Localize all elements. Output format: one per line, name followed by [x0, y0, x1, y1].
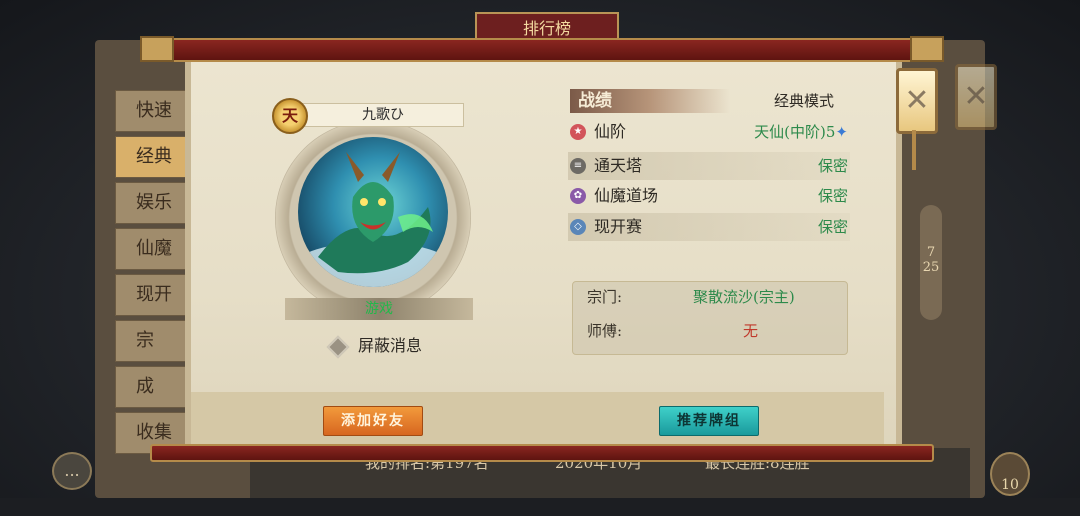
bag-button[interactable]: 10 [990, 452, 1030, 496]
stat-value: 保密 [817, 218, 848, 236]
arena-icon: ◇ [570, 219, 586, 235]
stat-row-rank: ★ 仙阶 天仙(中阶)5✦ [568, 118, 850, 146]
avatar[interactable] [298, 137, 448, 287]
close-button[interactable]: ✕ [896, 68, 938, 134]
scroll-rod-bottom [150, 444, 934, 462]
block-messages-label: 屏蔽消息 [358, 336, 423, 355]
master-value: 无 [743, 322, 759, 340]
record-mode: 经典模式 [774, 92, 835, 110]
side-tab-achieve[interactable]: 成 [115, 366, 192, 408]
record-title: 战绩 [578, 91, 612, 111]
sect-label: 宗门: [587, 288, 623, 306]
rod-cap-left [140, 36, 174, 62]
side-tab-demon[interactable]: 仙魔 [115, 228, 192, 270]
dragon-portrait [298, 152, 448, 287]
close-icon: ✕ [963, 79, 989, 114]
bag-count: 10 [1001, 477, 1019, 493]
background-close-button[interactable]: ✕ [955, 64, 997, 130]
side-tab-classic[interactable]: 经典 [115, 136, 192, 178]
stat-label: 仙魔道场 [594, 186, 659, 205]
lantern-tassel [912, 130, 916, 170]
side-tab-entertain[interactable]: 娱乐 [115, 182, 192, 224]
demon-icon: ✿ [570, 188, 586, 204]
stat-value: 天仙(中阶)5✦ [754, 123, 848, 141]
block-messages-toggle[interactable]: 屏蔽消息 [326, 333, 446, 359]
star-icon: ★ [570, 124, 586, 140]
stat-row-tower: ≡ 通天塔 保密 [568, 152, 850, 180]
rod-cap-right [910, 36, 944, 62]
player-name: 九歌ひ [302, 103, 464, 127]
master-label: 师傅: [587, 322, 623, 340]
scroll-rod-top [150, 38, 934, 62]
stat-row-arena: ◇ 现开赛 保密 [568, 213, 850, 241]
tower-icon: ≡ [570, 158, 586, 174]
recommend-deck-button[interactable]: 推荐牌组 [659, 406, 759, 436]
page-scroll-indicator[interactable]: 7 25 [920, 205, 942, 320]
checkbox-diamond-icon[interactable] [326, 335, 350, 359]
player-status: 游戏 [285, 298, 473, 320]
profile-panel-footer [191, 392, 884, 446]
leaderboard-side-tabs: 快速 经典 娱乐 仙魔 现开 宗 成 收集 [115, 90, 192, 460]
stat-label: 现开赛 [594, 217, 643, 236]
sect-info-box: 宗门: 聚散流沙(宗主) 师傅: 无 [572, 281, 848, 355]
rank-badge: 天 [272, 98, 308, 134]
sect-value[interactable]: 聚散流沙(宗主) [693, 286, 795, 308]
scroll-current: 7 [926, 245, 936, 260]
stat-label: 通天塔 [594, 156, 643, 175]
stat-row-demon: ✿ 仙魔道场 保密 [568, 182, 850, 210]
side-tab-sect[interactable]: 宗 [115, 320, 192, 362]
stat-label: 仙阶 [594, 122, 627, 141]
side-tab-quick[interactable]: 快速 [115, 90, 192, 132]
chat-button[interactable]: ... [52, 452, 92, 490]
stat-value: 保密 [817, 157, 848, 175]
close-icon: ✕ [904, 83, 930, 118]
side-tab-live[interactable]: 现开 [115, 274, 192, 316]
add-friend-button[interactable]: 添加好友 [323, 406, 423, 436]
chat-icon: ... [64, 461, 80, 480]
stat-value: 保密 [817, 187, 848, 205]
scroll-total: 25 [922, 260, 940, 275]
